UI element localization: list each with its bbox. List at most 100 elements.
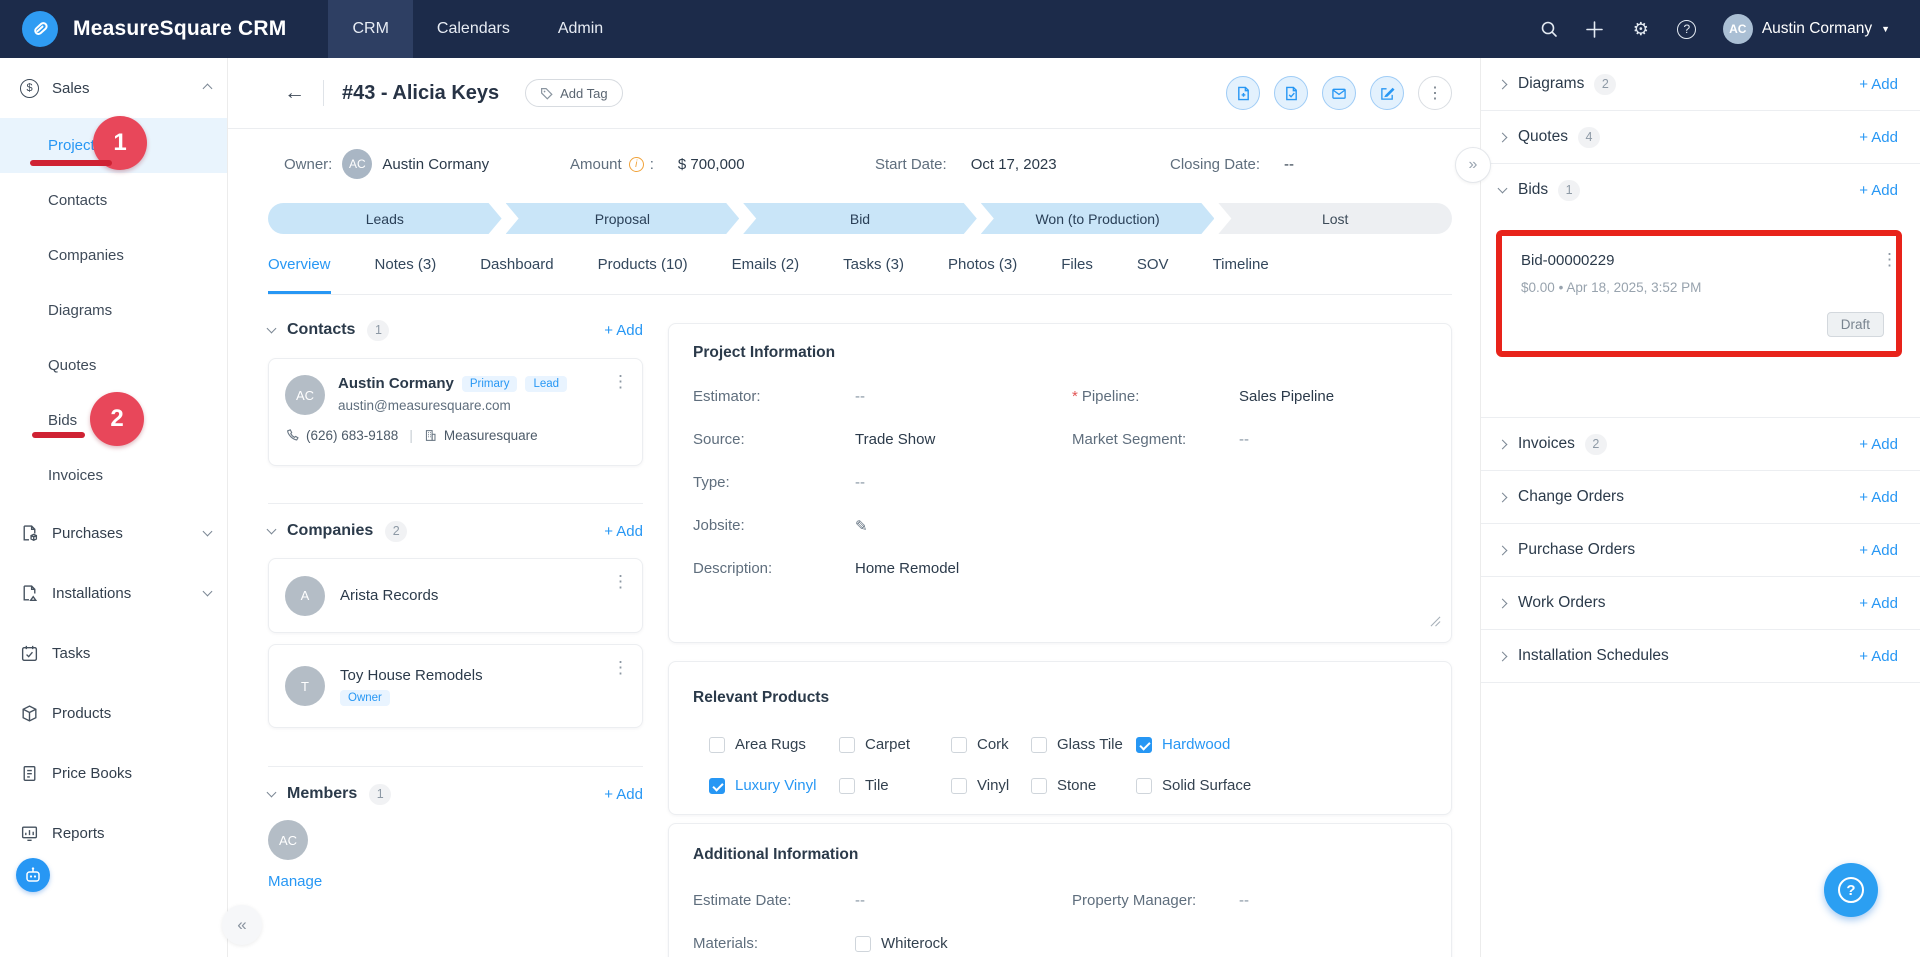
tab-tasks[interactable]: Tasks (3) <box>843 234 904 294</box>
owner-value[interactable]: Austin Cormany <box>382 156 489 173</box>
more-actions-button[interactable]: ⋮ <box>1418 76 1452 110</box>
chevron-down-icon[interactable] <box>266 323 277 334</box>
chevron-down-icon[interactable] <box>1497 183 1508 194</box>
type-value[interactable]: -- <box>855 474 865 491</box>
stage-leads[interactable]: Leads <box>268 203 502 234</box>
chevron-right-icon[interactable] <box>1497 132 1508 142</box>
checkbox[interactable] <box>855 935 871 952</box>
sidebar-item-invoices[interactable]: Invoices <box>0 448 227 503</box>
checkbox[interactable] <box>1031 736 1047 753</box>
checkbox[interactable] <box>709 736 725 753</box>
tab-photos[interactable]: Photos (3) <box>948 234 1017 294</box>
chevron-right-icon[interactable] <box>1497 598 1508 608</box>
chevron-down-icon[interactable] <box>266 524 277 535</box>
nav-tab-calendars[interactable]: Calendars <box>413 0 534 58</box>
section-bids[interactable]: Bids 1 + Add <box>1481 164 1920 216</box>
checkbox[interactable] <box>951 777 967 794</box>
help-icon[interactable]: ? <box>1677 19 1697 39</box>
checkbox[interactable] <box>1136 777 1152 794</box>
sidebar-item-diagrams[interactable]: Diagrams <box>0 283 227 338</box>
closing-date-value[interactable]: -- <box>1284 156 1294 173</box>
bid-kebab-menu[interactable]: ⋮ <box>1881 250 1898 270</box>
section-diagrams[interactable]: Diagrams 2 + Add <box>1481 58 1920 111</box>
add-quote-button[interactable]: + Add <box>1859 129 1898 146</box>
nav-tab-crm[interactable]: CRM <box>328 0 413 58</box>
nav-tab-admin[interactable]: Admin <box>534 0 627 58</box>
tab-notes[interactable]: Notes (3) <box>375 234 437 294</box>
chevron-right-icon[interactable] <box>1497 545 1508 555</box>
checkbox[interactable] <box>839 777 855 794</box>
estimator-value[interactable]: -- <box>855 388 865 405</box>
contact-company[interactable]: Measuresquare <box>444 428 538 443</box>
chevron-right-icon[interactable] <box>1497 439 1508 449</box>
checkbox-vinyl[interactable]: Vinyl <box>951 777 1031 794</box>
company-name[interactable]: Arista Records <box>340 587 438 604</box>
floating-help-button[interactable]: ? <box>1824 863 1878 917</box>
section-purchase-orders[interactable]: Purchase Orders + Add <box>1481 524 1920 577</box>
company-kebab-menu[interactable]: ⋮ <box>612 658 629 678</box>
property-manager-value[interactable]: -- <box>1239 892 1249 909</box>
info-icon[interactable]: i <box>628 156 644 172</box>
checkbox-glass-tile[interactable]: Glass Tile <box>1031 736 1136 753</box>
sidebar-collapse-button[interactable]: « <box>222 905 262 945</box>
bid-id[interactable]: Bid-00000229 <box>1521 252 1880 269</box>
description-value[interactable]: Home Remodel <box>855 560 959 577</box>
stage-won[interactable]: Won (to Production) <box>981 203 1215 234</box>
sidebar-section-sales[interactable]: $ Sales <box>0 58 227 118</box>
edit-jobsite-icon[interactable]: ✎ <box>855 517 868 535</box>
checkbox-solid-surface[interactable]: Solid Surface <box>1136 777 1251 794</box>
create-bid-button[interactable] <box>1226 76 1260 110</box>
company-kebab-menu[interactable]: ⋮ <box>612 572 629 592</box>
tab-emails[interactable]: Emails (2) <box>732 234 800 294</box>
add-change-order-button[interactable]: + Add <box>1859 489 1898 506</box>
pipeline-value[interactable]: Sales Pipeline <box>1239 388 1334 405</box>
contact-kebab-menu[interactable]: ⋮ <box>612 372 629 392</box>
add-company-button[interactable]: + Add <box>604 523 643 540</box>
create-quote-button[interactable] <box>1274 76 1308 110</box>
gear-icon[interactable]: ⚙ <box>1631 19 1651 39</box>
checkbox-whiterock[interactable]: Whiterock <box>855 935 948 952</box>
add-icon[interactable] <box>1585 19 1605 39</box>
add-diagram-button[interactable]: + Add <box>1859 76 1898 93</box>
checkbox-cork[interactable]: Cork <box>951 736 1031 753</box>
add-purchase-order-button[interactable]: + Add <box>1859 542 1898 559</box>
stage-bid[interactable]: Bid <box>743 203 977 234</box>
sidebar-group-price-books[interactable]: Price Books <box>0 743 227 803</box>
assistant-bot-button[interactable] <box>16 858 50 892</box>
sidebar-item-quotes[interactable]: Quotes <box>0 338 227 393</box>
chevron-right-icon[interactable] <box>1497 492 1508 502</box>
sidebar-group-installations[interactable]: Installations <box>0 563 227 623</box>
stage-proposal[interactable]: Proposal <box>506 203 740 234</box>
company-card[interactable]: A Arista Records ⋮ <box>268 558 643 633</box>
chevron-right-icon[interactable] <box>1497 79 1508 89</box>
user-menu[interactable]: AC Austin Cormany ▼ <box>1722 14 1890 44</box>
amount-value[interactable]: $ 700,000 <box>678 156 745 173</box>
chevron-right-icon[interactable] <box>1497 651 1508 661</box>
stage-lost[interactable]: Lost <box>1218 203 1452 234</box>
owner-avatar[interactable]: AC <box>342 149 373 179</box>
tab-sov[interactable]: SOV <box>1137 234 1169 294</box>
checkbox-stone[interactable]: Stone <box>1031 777 1136 794</box>
sidebar-group-reports[interactable]: Reports <box>0 803 227 863</box>
add-work-order-button[interactable]: + Add <box>1859 595 1898 612</box>
checkbox-carpet[interactable]: Carpet <box>839 736 951 753</box>
checkbox-checked[interactable] <box>1136 736 1152 753</box>
contact-card[interactable]: AC Austin Cormany Primary Lead austin@me… <box>268 358 643 466</box>
panel-expand-button[interactable]: » <box>1455 147 1491 183</box>
checkbox-tile[interactable]: Tile <box>839 777 951 794</box>
company-card[interactable]: T Toy House Remodels Owner ⋮ <box>268 644 643 728</box>
add-invoice-button[interactable]: + Add <box>1859 436 1898 453</box>
checkbox-checked[interactable] <box>709 777 725 794</box>
add-installation-schedule-button[interactable]: + Add <box>1859 648 1898 665</box>
add-bid-button[interactable]: + Add <box>1859 182 1898 199</box>
checkbox-area-rugs[interactable]: Area Rugs <box>709 736 839 753</box>
checkbox-luxury-vinyl[interactable]: Luxury Vinyl <box>709 777 839 794</box>
section-work-orders[interactable]: Work Orders + Add <box>1481 577 1920 630</box>
market-segment-value[interactable]: -- <box>1239 431 1249 448</box>
search-icon[interactable] <box>1539 19 1559 39</box>
manage-members-link[interactable]: Manage <box>268 873 643 890</box>
company-name[interactable]: Toy House Remodels <box>340 667 483 684</box>
sidebar-item-companies[interactable]: Companies <box>0 228 227 283</box>
resize-handle-icon[interactable] <box>1430 614 1441 632</box>
checkbox[interactable] <box>839 736 855 753</box>
